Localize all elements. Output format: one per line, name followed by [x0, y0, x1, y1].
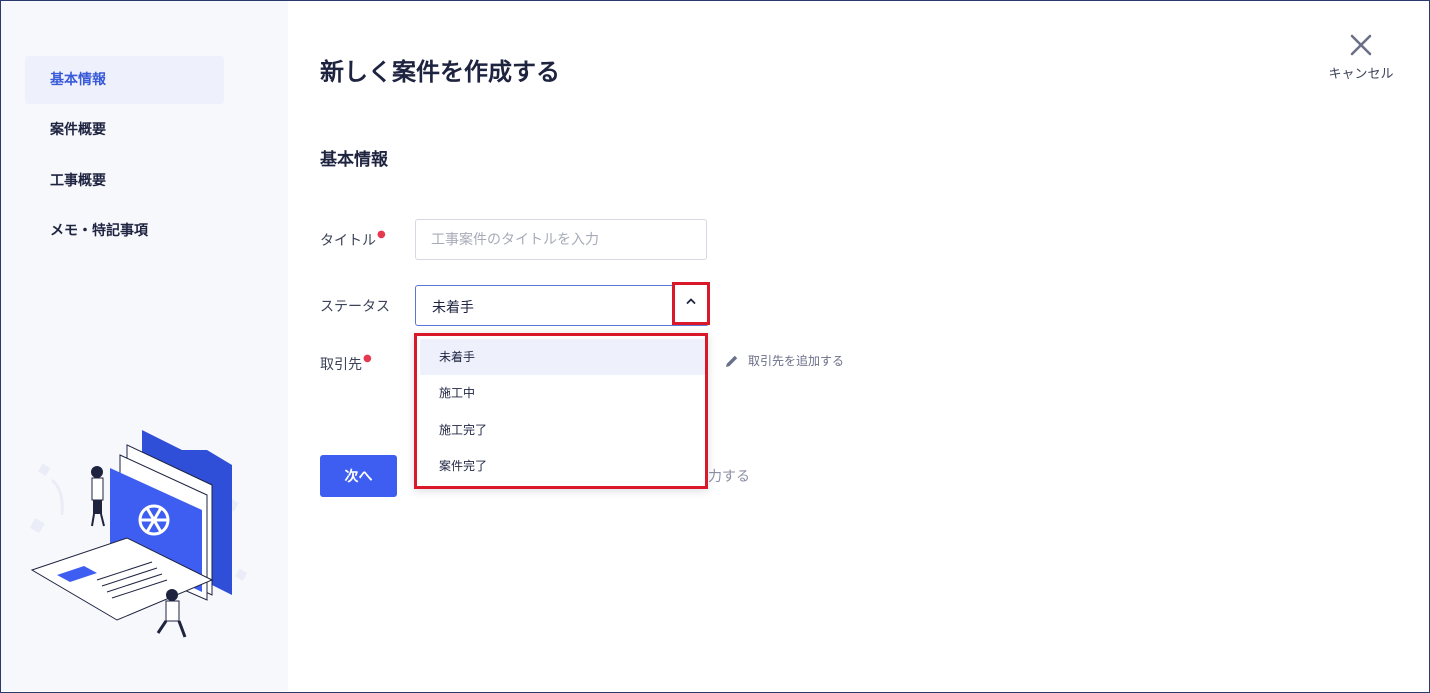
status-dropdown-menu: 未着手 施工中 施工完了 案件完了 [414, 333, 708, 489]
status-dropdown-toggle[interactable] [672, 282, 710, 325]
cancel-label: キャンセル [1328, 67, 1394, 82]
next-button[interactable]: 次へ [320, 455, 397, 497]
enter-later-link[interactable]: 力する [708, 466, 750, 486]
required-marker: ● [363, 353, 372, 364]
sidebar-item-basic-info[interactable]: 基本情報 [25, 56, 224, 104]
add-client-link[interactable]: 取引先を追加する [724, 352, 844, 369]
chevron-up-icon [686, 298, 696, 304]
sidebar-item-notes[interactable]: メモ・特記事項 [25, 207, 224, 255]
status-select[interactable]: 未着手 [415, 285, 709, 326]
cancel-button[interactable]: キャンセル [1326, 33, 1396, 82]
status-selected-value: 未着手 [432, 300, 474, 316]
client-field-label: 取引先● [320, 353, 372, 374]
status-option-in-progress[interactable]: 施工中 [420, 375, 705, 411]
client-label-text: 取引先 [320, 357, 362, 373]
add-client-label: 取引先を追加する [748, 354, 845, 368]
pencil-icon [726, 355, 738, 367]
sidebar-item-project-overview[interactable]: 案件概要 [25, 106, 224, 154]
title-input[interactable] [415, 219, 707, 260]
close-icon [1350, 34, 1372, 56]
sidebar-item-construction-overview[interactable]: 工事概要 [25, 157, 224, 205]
folder-illustration [29, 430, 248, 638]
status-option-not-started[interactable]: 未着手 [420, 339, 705, 375]
status-option-construction-done[interactable]: 施工完了 [420, 412, 705, 448]
title-label-text: タイトル [320, 233, 376, 249]
section-title: 基本情報 [320, 150, 388, 170]
status-option-project-done[interactable]: 案件完了 [420, 448, 705, 484]
title-field-label: タイトル● [320, 229, 386, 250]
required-marker: ● [377, 229, 386, 240]
status-field-label: ステータス [320, 299, 390, 315]
page-title: 新しく案件を作成する [320, 58, 560, 86]
